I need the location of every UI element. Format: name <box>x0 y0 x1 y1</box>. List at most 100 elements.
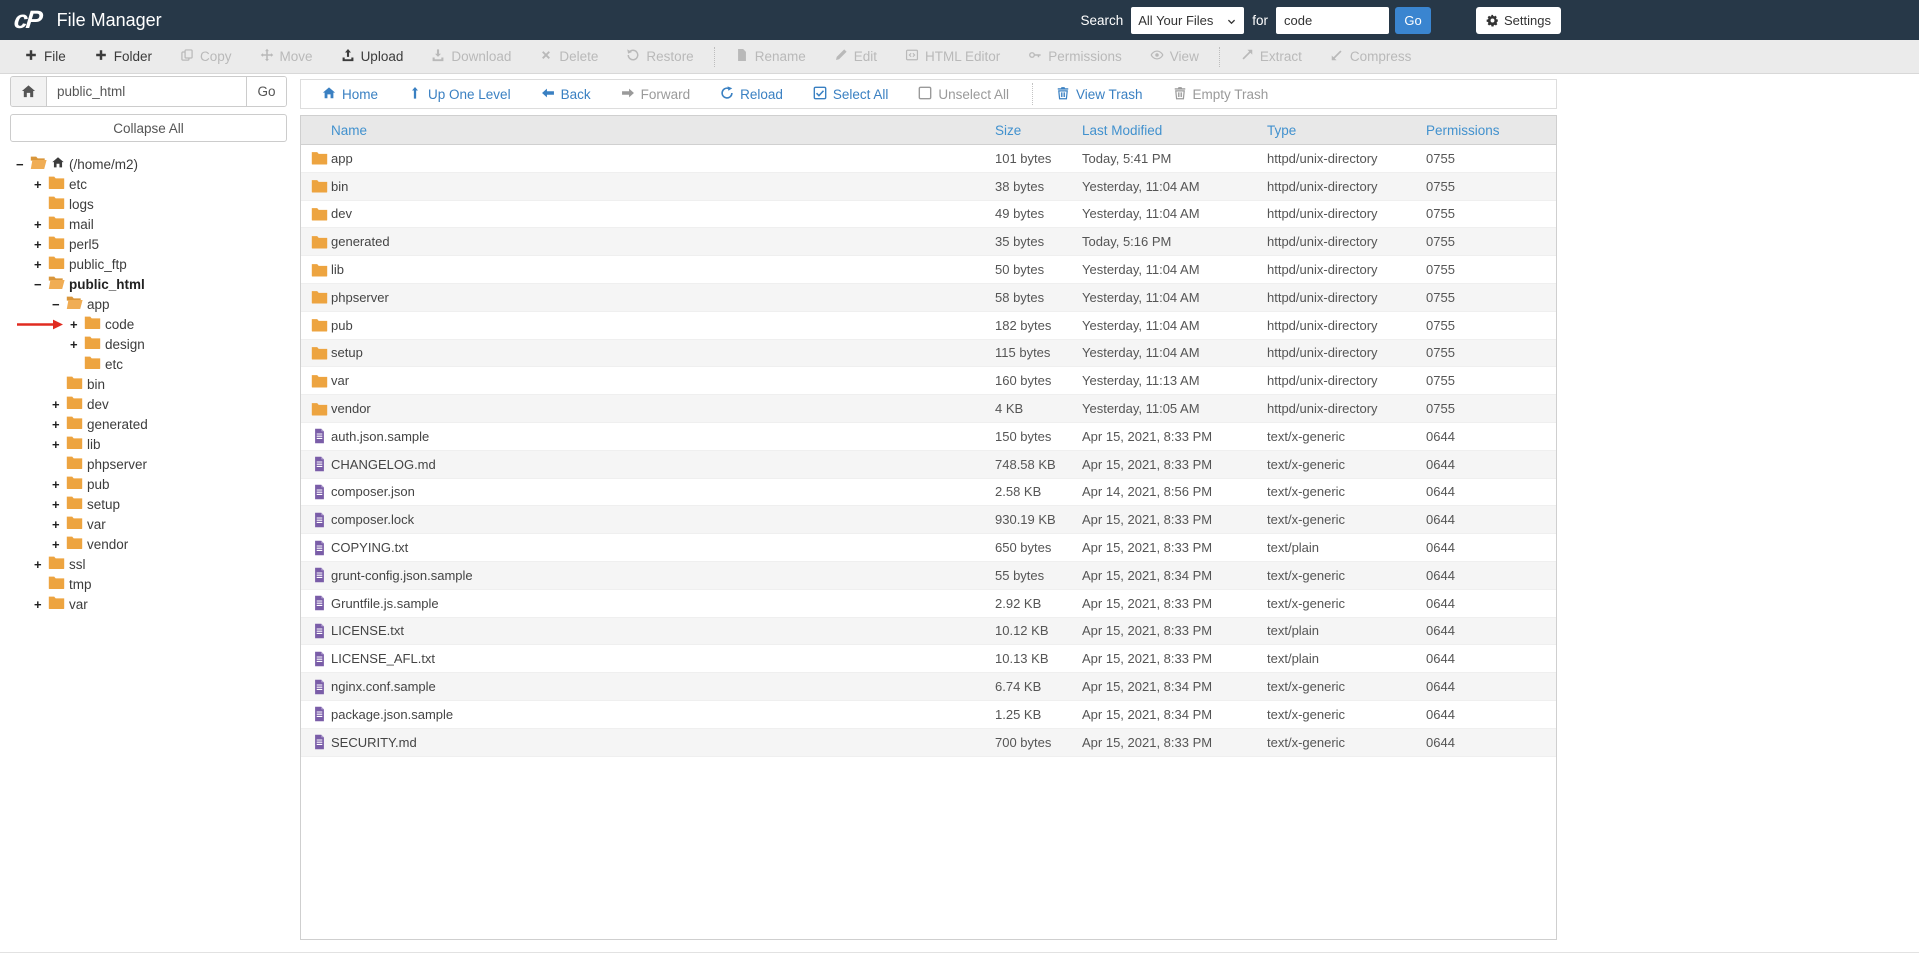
table-row[interactable]: phpserver58 bytesYesterday, 11:04 AMhttp… <box>301 284 1556 312</box>
file-size: 182 bytes <box>995 318 1082 333</box>
tree-node-tmp[interactable]: tmp <box>10 574 287 594</box>
collapse-all-button[interactable]: Collapse All <box>10 114 287 142</box>
search-scope-select[interactable]: All Your Files <box>1131 7 1244 34</box>
expand-icon[interactable]: + <box>70 317 84 332</box>
table-row[interactable]: CHANGELOG.md748.58 KBApr 15, 2021, 8:33 … <box>301 451 1556 479</box>
path-home-button[interactable] <box>11 77 47 106</box>
tree-node-homem2[interactable]: −(/home/m2) <box>10 154 287 174</box>
file-type: text/plain <box>1267 623 1426 638</box>
file-icon <box>301 706 331 722</box>
tree-node-etc[interactable]: etc <box>10 354 287 374</box>
column-header-name[interactable]: Name <box>331 123 995 138</box>
table-row[interactable]: var160 bytesYesterday, 11:13 AMhttpd/uni… <box>301 367 1556 395</box>
html-editor-button: HTML Editor <box>891 40 1014 73</box>
search-for-label: for <box>1252 13 1268 28</box>
folder-button[interactable]: Folder <box>80 40 166 73</box>
up-one-level-button[interactable]: Up One Level <box>393 86 526 103</box>
path-go-button[interactable]: Go <box>246 77 286 106</box>
expand-icon[interactable]: + <box>34 597 48 612</box>
tree-node-bin[interactable]: bin <box>10 374 287 394</box>
folder-icon <box>48 175 69 193</box>
tree-node-dev[interactable]: +dev <box>10 394 287 414</box>
expand-icon[interactable]: + <box>52 537 66 552</box>
collapse-icon[interactable]: − <box>16 157 30 172</box>
table-row[interactable]: app101 bytesToday, 5:41 PMhttpd/unix-dir… <box>301 145 1556 173</box>
column-header-type[interactable]: Type <box>1267 123 1426 138</box>
expand-icon[interactable]: + <box>34 217 48 232</box>
back-button[interactable]: Back <box>526 86 606 103</box>
table-row[interactable]: grunt-config.json.sample55 bytesApr 15, … <box>301 562 1556 590</box>
table-row[interactable]: Gruntfile.js.sample2.92 KBApr 15, 2021, … <box>301 590 1556 618</box>
collapse-icon[interactable]: − <box>52 297 66 312</box>
upload-button[interactable]: Upload <box>327 40 418 73</box>
tree-node-label: ssl <box>69 557 86 572</box>
file-permissions: 0644 <box>1426 568 1556 583</box>
table-row[interactable]: auth.json.sample150 bytesApr 15, 2021, 8… <box>301 423 1556 451</box>
table-row[interactable]: bin38 bytesYesterday, 11:04 AMhttpd/unix… <box>301 173 1556 201</box>
reload-button[interactable]: Reload <box>705 86 798 103</box>
expand-icon[interactable]: + <box>34 237 48 252</box>
tree-node-ssl[interactable]: + ssl <box>10 554 287 574</box>
file-type: httpd/unix-directory <box>1267 401 1426 416</box>
file-button[interactable]: File <box>10 40 80 73</box>
tree-node-pub[interactable]: + pub <box>10 474 287 494</box>
back-label: Back <box>561 87 591 102</box>
tree-node-perl5[interactable]: +perl5 <box>10 234 287 254</box>
tree-node-lib[interactable]: +lib <box>10 434 287 454</box>
expand-icon[interactable]: + <box>70 337 84 352</box>
view-trash-button[interactable]: View Trash <box>1041 86 1158 103</box>
settings-button[interactable]: Settings <box>1476 7 1561 34</box>
table-row[interactable]: nginx.conf.sample6.74 KBApr 15, 2021, 8:… <box>301 673 1556 701</box>
tree-node-label: pub <box>87 477 110 492</box>
tree-node-setup[interactable]: +setup <box>10 494 287 514</box>
tree-node-logs[interactable]: logs <box>10 194 287 214</box>
table-row[interactable]: LICENSE_AFL.txt10.13 KBApr 15, 2021, 8:3… <box>301 645 1556 673</box>
table-row[interactable]: COPYING.txt650 bytesApr 15, 2021, 8:33 P… <box>301 534 1556 562</box>
home-button[interactable]: Home <box>307 86 393 103</box>
tree-node-public_html[interactable]: −public_html <box>10 274 287 294</box>
tree-node-code[interactable]: +code <box>10 314 287 334</box>
compress-button: Compress <box>1316 40 1426 73</box>
tree-node-public_ftp[interactable]: +public_ftp <box>10 254 287 274</box>
column-header-permissions[interactable]: Permissions <box>1426 123 1556 138</box>
search-input[interactable] <box>1276 7 1389 34</box>
tree-node-phpserver[interactable]: phpserver <box>10 454 287 474</box>
table-row[interactable]: vendor4 KBYesterday, 11:05 AMhttpd/unix-… <box>301 395 1556 423</box>
tree-node-vendor[interactable]: +vendor <box>10 534 287 554</box>
search-go-button[interactable]: Go <box>1395 7 1431 34</box>
table-row[interactable]: setup115 bytesYesterday, 11:04 AMhttpd/u… <box>301 340 1556 368</box>
tree-node-var[interactable]: +var <box>10 594 287 614</box>
expand-icon[interactable]: + <box>34 177 48 192</box>
select-all-button[interactable]: Select All <box>798 86 904 103</box>
column-header-last-modified[interactable]: Last Modified <box>1082 123 1267 138</box>
column-header-size[interactable]: Size <box>995 123 1082 138</box>
table-row[interactable]: composer.json2.58 KBApr 14, 2021, 8:56 P… <box>301 479 1556 507</box>
expand-icon[interactable]: + <box>52 477 66 492</box>
table-row[interactable]: LICENSE.txt10.12 KBApr 15, 2021, 8:33 PM… <box>301 618 1556 646</box>
path-input[interactable] <box>47 77 246 106</box>
table-row[interactable]: dev49 bytesYesterday, 11:04 AMhttpd/unix… <box>301 201 1556 229</box>
expand-icon[interactable]: + <box>34 557 48 572</box>
expand-icon[interactable]: + <box>52 517 66 532</box>
tree-node-var[interactable]: +var <box>10 514 287 534</box>
table-row[interactable]: pub182 bytesYesterday, 11:04 AMhttpd/uni… <box>301 312 1556 340</box>
table-row[interactable]: package.json.sample1.25 KBApr 15, 2021, … <box>301 701 1556 729</box>
collapse-icon[interactable]: − <box>34 277 48 292</box>
table-row[interactable]: generated35 bytesToday, 5:16 PMhttpd/uni… <box>301 228 1556 256</box>
expand-icon[interactable]: + <box>52 437 66 452</box>
tree-node-etc[interactable]: +etc <box>10 174 287 194</box>
tree-node-mail[interactable]: +mail <box>10 214 287 234</box>
tree-node-generated[interactable]: +generated <box>10 414 287 434</box>
expand-icon[interactable]: + <box>52 417 66 432</box>
expand-icon[interactable]: + <box>34 257 48 272</box>
tree-node-app[interactable]: −app <box>10 294 287 314</box>
file-modified: Yesterday, 11:05 AM <box>1082 401 1267 416</box>
expand-icon[interactable]: + <box>52 397 66 412</box>
table-row[interactable]: lib50 bytesYesterday, 11:04 AMhttpd/unix… <box>301 256 1556 284</box>
tree-node-design[interactable]: +design <box>10 334 287 354</box>
unselect-all-icon <box>918 86 932 103</box>
expand-icon[interactable]: + <box>52 497 66 512</box>
folder-icon <box>301 150 331 166</box>
table-row[interactable]: composer.lock930.19 KBApr 15, 2021, 8:33… <box>301 506 1556 534</box>
table-row[interactable]: SECURITY.md700 bytesApr 15, 2021, 8:33 P… <box>301 729 1556 757</box>
